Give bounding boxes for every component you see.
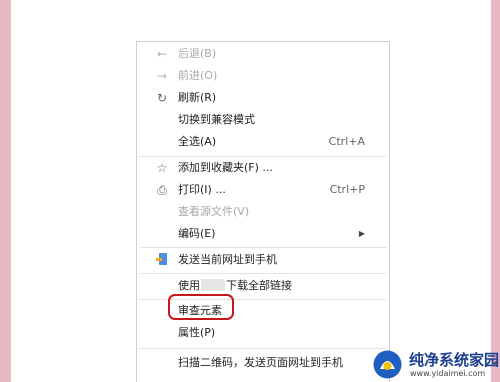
menu-item-label: 添加到收藏夹(F) ... <box>178 161 273 174</box>
submenu-arrow-icon: ▶ <box>358 229 365 238</box>
label-suffix: 下载全部链接 <box>226 279 292 292</box>
blurred-text <box>201 279 225 291</box>
menu-item-back[interactable]: ← 后退(B) <box>137 43 389 65</box>
watermark-url: www.yidaimei.com <box>410 369 486 378</box>
menu-item-label: 打印(I) ... <box>178 183 226 196</box>
send-to-phone-icon <box>154 249 170 271</box>
menu-item-label: 切换到兼容模式 <box>178 113 255 126</box>
menu-item-label: 查看源文件(V) <box>178 205 250 218</box>
watermark-title: 纯净系统家园 <box>409 351 500 369</box>
context-menu: ← 后退(B) → 前进(O) ↻ 刷新(R) 切换到兼容模式 全选(A) Ct… <box>136 41 390 382</box>
menu-item-compat-mode[interactable]: 切换到兼容模式 <box>137 109 389 131</box>
menu-item-label: 前进(O) <box>178 69 218 82</box>
menu-item-print[interactable]: ⎙ 打印(I) ... Ctrl+P <box>137 179 389 201</box>
back-arrow-icon: ← <box>156 47 168 61</box>
menu-item-refresh[interactable]: ↻ 刷新(R) <box>137 87 389 109</box>
menu-item-label: 刷新(R) <box>178 91 217 104</box>
shortcut-label: Ctrl+P <box>329 183 365 196</box>
red-highlight-box <box>168 294 234 320</box>
menu-item-select-all[interactable]: 全选(A) Ctrl+A <box>137 131 389 153</box>
menu-item-send-to-phone[interactable]: 发送当前网址到手机 <box>137 249 389 271</box>
forward-arrow-icon: → <box>156 69 168 83</box>
label-prefix: 使用 <box>178 279 200 292</box>
menu-item-label: 发送当前网址到手机 <box>178 253 277 266</box>
menu-separator <box>140 273 386 274</box>
refresh-icon: ↻ <box>156 91 168 105</box>
menu-separator <box>140 348 386 349</box>
menu-item-label: 扫描二维码，发送页面网址到手机 <box>178 356 343 369</box>
menu-item-label: 后退(B) <box>178 47 217 60</box>
menu-item-properties[interactable]: 属性(P) <box>137 322 389 344</box>
shortcut-label: Ctrl+A <box>328 135 365 148</box>
printer-icon: ⎙ <box>157 183 167 197</box>
menu-item-scan-qr[interactable]: 扫描二维码，发送页面网址到手机 <box>137 352 389 374</box>
menu-item-label: 全选(A) <box>178 135 217 148</box>
star-icon: ☆ <box>156 161 168 175</box>
menu-item-add-favorite[interactable]: ☆ 添加到收藏夹(F) ... <box>137 157 389 179</box>
site-logo-icon <box>373 350 402 379</box>
watermark: 纯净系统家园 www.yidaimei.com <box>360 347 500 382</box>
menu-item-label: 编码(E) <box>178 227 216 240</box>
menu-separator <box>140 247 386 248</box>
menu-item-view-source[interactable]: 查看源文件(V) <box>137 201 389 223</box>
menu-item-encoding[interactable]: 编码(E) ▶ <box>137 223 389 245</box>
menu-item-forward[interactable]: → 前进(O) <box>137 65 389 87</box>
menu-item-label: 属性(P) <box>178 326 216 339</box>
